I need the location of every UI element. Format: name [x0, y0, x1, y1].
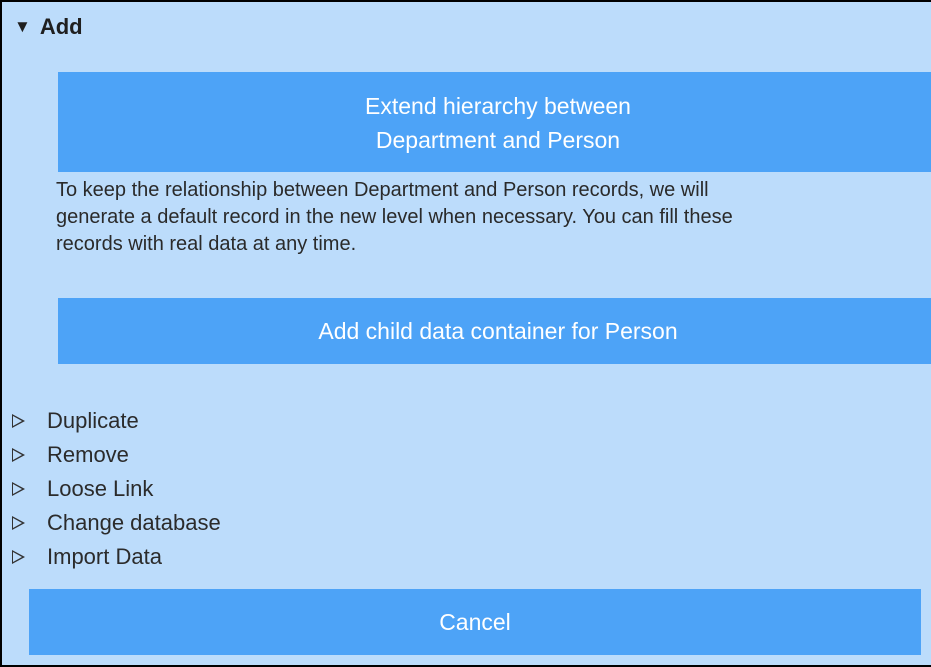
menu-item-import-data[interactable]: Import Data: [10, 540, 221, 574]
add-section-header[interactable]: ▼ Add: [14, 12, 83, 42]
triangle-right-icon: [12, 448, 25, 462]
extend-hierarchy-description: To keep the relationship between Departm…: [56, 177, 931, 258]
triangle-right-icon: [12, 550, 25, 564]
description-line1: To keep the relationship between Departm…: [56, 179, 709, 201]
description-line2: generate a default record in the new lev…: [56, 206, 733, 228]
add-child-container-label: Add child data container for Person: [318, 318, 678, 344]
menu-item-label: Remove: [47, 442, 129, 467]
triangle-down-icon: ▼: [14, 17, 31, 36]
extend-hierarchy-label-line1: Extend hierarchy between: [365, 93, 631, 119]
extend-hierarchy-button[interactable]: Extend hierarchy between Department and …: [58, 72, 931, 172]
menu-item-label: Loose Link: [47, 476, 154, 501]
add-panel: ▼ Add Extend hierarchy between Departmen…: [0, 0, 931, 667]
menu-item-label: Import Data: [47, 544, 162, 569]
menu-item-duplicate[interactable]: Duplicate: [10, 404, 221, 438]
add-child-container-button[interactable]: Add child data container for Person: [58, 298, 931, 364]
menu-item-change-database[interactable]: Change database: [10, 506, 221, 540]
menu-item-loose-link[interactable]: Loose Link: [10, 472, 221, 506]
menu-item-label: Duplicate: [47, 408, 139, 433]
menu-item-label: Change database: [47, 510, 221, 535]
cancel-label: Cancel: [439, 609, 511, 635]
cancel-button[interactable]: Cancel: [29, 589, 921, 655]
extend-hierarchy-label-line2: Department and Person: [375, 127, 621, 153]
menu-item-remove[interactable]: Remove: [10, 438, 221, 472]
triangle-right-icon: [12, 516, 25, 530]
add-section-title: Add: [39, 14, 83, 39]
triangle-right-icon: [12, 482, 25, 496]
triangle-right-icon: [12, 414, 25, 428]
action-menu: Duplicate Remove Loose Link Change datab…: [10, 404, 221, 574]
description-line3: records with real data at any time.: [56, 233, 357, 255]
